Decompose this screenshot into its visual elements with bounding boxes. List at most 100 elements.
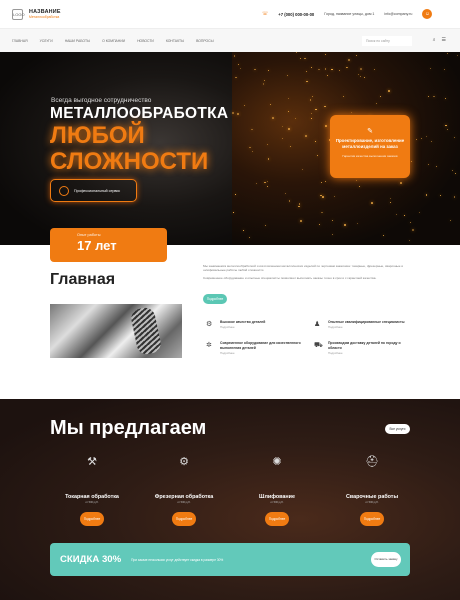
spark [456,54,458,56]
spark [311,112,313,114]
spark [238,63,240,65]
feature-title: Производим доставку деталей по городу и … [328,341,401,350]
spark [320,194,322,197]
spark [312,95,313,97]
service-more-button[interactable]: Подробнее [80,512,104,526]
leave-request-button[interactable]: Оставить заявку [371,552,401,567]
search-input[interactable]: Поиск по сайту [362,36,412,46]
truck-icon: ⛟ [314,342,323,350]
spark [439,195,441,197]
nav-item-about[interactable]: О компании [102,39,125,43]
about-paragraph-1: Мы занимаемся металлообработкой и изгото… [203,264,404,273]
hero-title: МЕТАЛЛООБРАБОТКА [50,105,229,122]
spark [445,97,447,99]
professional-service-button[interactable]: Профессиональный сервис [50,179,137,202]
feature-link[interactable]: Подробнее [220,351,302,355]
nav-item-contacts[interactable]: Контакты [166,39,184,43]
feature-link[interactable]: Подробнее [328,325,405,329]
promo-card[interactable]: ✎ Проектирование, изготовление металлоиз… [330,115,410,178]
spark [433,95,435,98]
spark [282,137,283,139]
spark [324,106,326,108]
service-more-button[interactable]: Подробнее [172,512,196,526]
spark [243,230,244,232]
hero-banner: Всегда выгодное сотрудничество МЕТАЛЛООБ… [0,52,460,245]
nav-item-news[interactable]: Новости [137,39,154,43]
spark [355,55,357,57]
service-card: ⚒ Токарная обработка от 500 руб. Подробн… [50,455,134,526]
spark [358,73,360,76]
service-title: Шлифование [259,494,295,500]
feature-link[interactable]: Подробнее [328,351,410,355]
menu-icon[interactable]: ☰ [442,37,446,43]
spark [252,150,254,152]
all-services-button[interactable]: Все услуги [385,424,410,434]
spark [272,117,274,120]
spark [248,236,251,238]
about-paragraph-2: Современное оборудование и опытные специ… [203,275,377,280]
spark [390,201,392,203]
email[interactable]: info@company.ru [384,12,412,16]
service-more-button[interactable]: Подробнее [360,512,384,526]
discount-title: СКИДКА 30% [60,554,122,565]
spark [264,181,266,183]
spark [331,233,333,235]
grinding-icon: ✺ [272,456,282,468]
spark [233,55,236,57]
spark [288,200,290,202]
spark [235,76,237,79]
address: Город, название улицы, дом 1 [324,12,375,16]
service-title: Сварочные работы [345,494,399,500]
spark [266,180,269,183]
spark [294,117,297,119]
about-text: Мы занимаемся металлообработкой и изгото… [203,264,410,283]
spark [445,124,448,127]
spark [411,228,414,231]
nav-item-works[interactable]: Наши работы [65,39,90,43]
nav-icons: ⌕ ☰ [433,37,446,43]
spark [282,126,284,128]
spark [325,124,327,127]
spark [415,139,417,141]
spark [373,69,375,71]
feature-item: ♟ Опытные квалифицированные специалисты … [314,320,410,329]
spark [426,135,428,137]
phone-number[interactable]: +7 (000) 000-00-00 [278,12,314,17]
spark [331,68,333,71]
spark [428,163,430,165]
lathe-icon: ⚒ [87,456,97,468]
spark [298,203,301,205]
experience-value: 17 лет [77,238,117,253]
phone-icon: ☏ [262,11,269,17]
promo-title: Проектирование, изготовление металлоизде… [335,138,405,149]
professional-service-label: Профессиональный сервис [74,188,121,193]
promo-subtitle: Гарантия качества выполнения заказов [342,154,398,158]
spark [395,213,397,215]
user-icon[interactable]: ☺ [422,9,433,19]
spark [315,108,317,111]
service-more-button[interactable]: Подробнее [265,512,289,526]
spark [264,224,267,227]
nav-item-faq[interactable]: Вопросы [196,39,214,43]
main-nav: Главная Услуги Наши работы О компании Но… [0,28,460,52]
spark [447,53,448,55]
spark [303,57,306,60]
spark [322,196,324,198]
feature-link[interactable]: Подробнее [220,325,265,329]
nav-item-home[interactable]: Главная [12,39,28,43]
spark [342,95,345,98]
spark [344,224,346,226]
nav-item-services[interactable]: Услуги [40,39,53,43]
search-icon[interactable]: ⌕ [433,37,436,43]
feature-title: Высокое качество деталей [220,320,266,324]
logo[interactable]: LOGO НАЗВАНИЕ Металлообработка [12,8,142,20]
spark [350,111,352,113]
spark [359,68,362,70]
spark [267,158,269,160]
spark [436,165,438,167]
more-button[interactable]: Подробнее [203,294,227,304]
worker-icon: ♟ [314,321,321,328]
feature-item: ⚙ Высокое качество деталей Подробнее [206,320,302,329]
feature-item: ⛟ Производим доставку деталей по городу … [314,341,410,355]
spark [254,68,256,71]
